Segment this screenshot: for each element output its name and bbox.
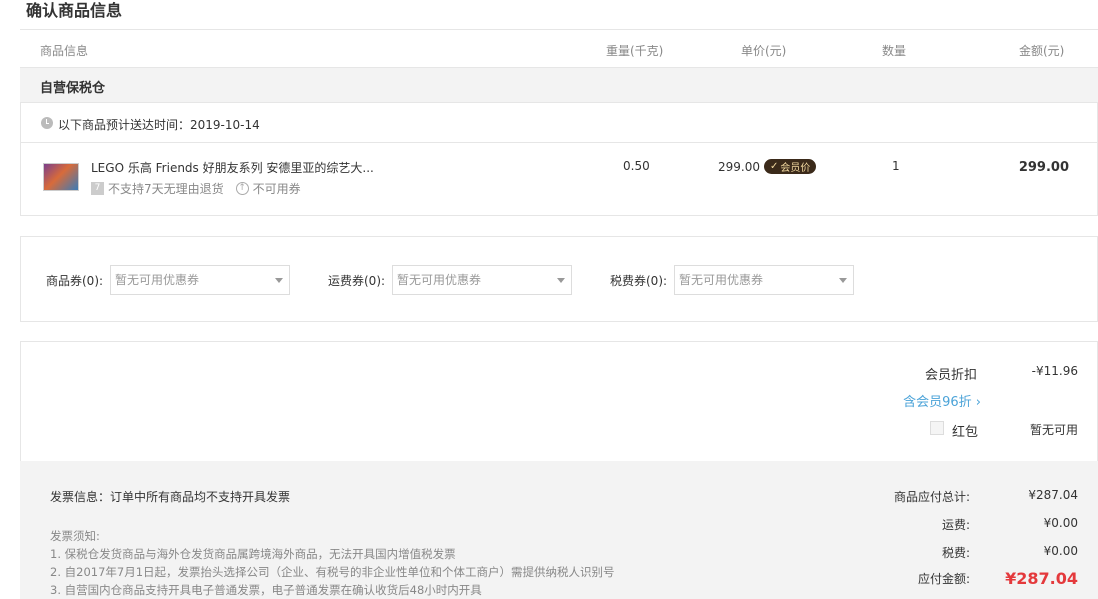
shipping-coupon-select[interactable]: 暂无可用优惠券 bbox=[392, 265, 573, 295]
goods-total-row: 商品应付总计: ¥287.04 bbox=[880, 488, 1078, 505]
shipping-label: 运费: bbox=[941, 518, 970, 532]
product-total: 299.00 bbox=[1018, 160, 1069, 175]
payable-value: ¥287.04 bbox=[1005, 569, 1078, 588]
goods-coupon-value: 暂无可用优惠券 bbox=[115, 273, 200, 287]
goods-coupon-label: 商品券(0): bbox=[46, 273, 104, 288]
no-coupon-icon: ↑ bbox=[235, 182, 249, 195]
warehouse-name: 自营保税仓 bbox=[40, 81, 106, 96]
member-discount-label: 会员折扣 bbox=[924, 368, 977, 383]
header-unit-price: 单价(元) bbox=[741, 44, 787, 58]
invoice-notes: 发票须知: 1. 保税仓发货商品与海外仓发货商品属跨境海外商品，无法开具国内增值… bbox=[50, 527, 615, 599]
member-discount-link[interactable]: 含会员96折 › bbox=[903, 391, 981, 410]
product-name[interactable]: LEGO 乐高 Friends 好朋友系列 安德里亚的综艺大... bbox=[91, 159, 374, 176]
header-weight: 重量(千克) bbox=[606, 44, 664, 58]
product-price: 299.00 ✓ 会员价 bbox=[718, 159, 817, 174]
goods-total-label: 商品应付总计: bbox=[893, 490, 970, 504]
goods-coupon-select[interactable]: 暂无可用优惠券 bbox=[110, 265, 291, 295]
tax-coupon-value: 暂无可用优惠券 bbox=[679, 273, 764, 287]
discount-section: 会员折扣 -¥11.96 含会员96折 › 红包 暂无可用 bbox=[20, 341, 1098, 461]
product-quantity: 1 bbox=[892, 159, 900, 173]
product-thumbnail[interactable] bbox=[43, 163, 79, 191]
chevron-down-icon bbox=[275, 278, 284, 283]
shipping-coupon-label: 运费券(0): bbox=[328, 273, 386, 288]
redpack-label[interactable]: 红包 bbox=[952, 421, 978, 440]
no-coupon-tag: 不可用券 bbox=[252, 182, 301, 196]
chevron-down-icon bbox=[839, 278, 848, 283]
header-quantity: 数量 bbox=[882, 44, 907, 58]
invoice-info: 发票信息：订单中所有商品均不支持开具发票 bbox=[50, 490, 291, 504]
vip-check-icon: ✓ bbox=[770, 161, 779, 172]
goods-coupon: 商品券(0): 暂无可用优惠券 bbox=[46, 265, 291, 295]
delivery-time: 以下商品预计送达时间：2019-10-14 bbox=[58, 118, 260, 132]
product-unit-price: 299.00 bbox=[718, 159, 760, 174]
tax-coupon-label: 税费券(0): bbox=[610, 273, 668, 288]
product-row: LEGO 乐高 Friends 好朋友系列 安德里亚的综艺大... 7 不支持7… bbox=[20, 143, 1098, 216]
invoice-summary-section: 发票信息：订单中所有商品均不支持开具发票 发票须知: 1. 保税仓发货商品与海外… bbox=[20, 461, 1098, 599]
redpack-checkbox[interactable] bbox=[930, 421, 944, 435]
coupon-section: 商品券(0): 暂无可用优惠券 运费券(0): 暂无可用优惠券 税费券(0): … bbox=[20, 236, 1098, 322]
invoice-note: 2. 自2017年7月1日起，发票抬头选择公司（企业、有税号的非企业性单位和个体… bbox=[50, 565, 615, 579]
vip-badge-label: 会员价 bbox=[780, 163, 811, 174]
no-return-icon: 7 bbox=[91, 182, 104, 195]
tax-value: ¥0.00 bbox=[1043, 544, 1078, 558]
product-tags: 7 不支持7天无理由退货 ↑ 不可用券 bbox=[91, 180, 301, 197]
payable-row: 应付金额: ¥287.04 bbox=[880, 569, 1078, 588]
chevron-down-icon bbox=[557, 278, 566, 283]
invoice-note: 1. 保税仓发货商品与海外仓发货商品属跨境海外商品，无法开具国内增值税发票 bbox=[50, 547, 456, 561]
invoice-note: 3. 自营国内仓商品支持开具电子普通发票，电子普通发票在确认收货后48小时内开具 bbox=[50, 583, 482, 597]
no-return-tag: 不支持7天无理由退货 bbox=[108, 182, 224, 196]
delivery-row: 以下商品预计送达时间：2019-10-14 bbox=[20, 103, 1098, 143]
shipping-row: 运费: ¥0.00 bbox=[880, 516, 1078, 533]
member-discount-value: -¥11.96 bbox=[1031, 364, 1078, 378]
goods-total-value: ¥287.04 bbox=[1028, 488, 1078, 502]
shipping-value: ¥0.00 bbox=[1043, 516, 1078, 530]
vip-price-badge: ✓ 会员价 bbox=[764, 159, 817, 174]
product-weight: 0.50 bbox=[623, 159, 650, 173]
shipping-coupon: 运费券(0): 暂无可用优惠券 bbox=[328, 265, 573, 295]
tax-label: 税费: bbox=[941, 546, 970, 560]
clock-icon bbox=[41, 117, 53, 129]
table-header: 商品信息 重量(千克) 单价(元) 数量 金额(元) bbox=[20, 29, 1098, 67]
tax-coupon-select[interactable]: 暂无可用优惠券 bbox=[674, 265, 855, 295]
invoice-notes-title: 发票须知: bbox=[50, 529, 100, 543]
payable-label: 应付金额: bbox=[917, 572, 970, 586]
tax-coupon: 税费券(0): 暂无可用优惠券 bbox=[610, 265, 855, 295]
tax-row: 税费: ¥0.00 bbox=[880, 544, 1078, 561]
header-product: 商品信息 bbox=[40, 44, 89, 58]
shipping-coupon-value: 暂无可用优惠券 bbox=[397, 273, 482, 287]
redpack-value: 暂无可用 bbox=[1029, 423, 1078, 437]
page-title: 确认商品信息 bbox=[26, 1, 123, 20]
warehouse-row: 自营保税仓 bbox=[20, 67, 1098, 103]
header-amount: 金额(元) bbox=[1019, 44, 1065, 58]
